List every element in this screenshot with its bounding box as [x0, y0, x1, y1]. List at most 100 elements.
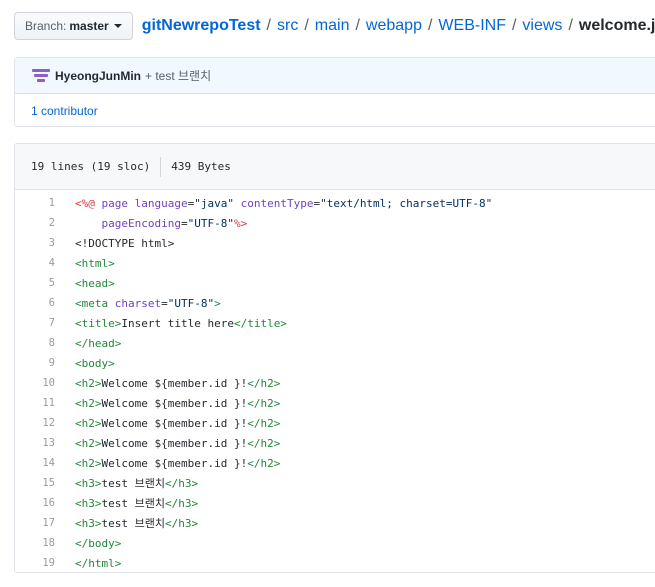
code-token: test 브랜치: [101, 477, 165, 490]
line-number[interactable]: 17: [15, 517, 55, 529]
line-number[interactable]: 19: [15, 557, 55, 569]
branch-name: master: [69, 19, 109, 33]
line-number[interactable]: 15: [15, 477, 55, 489]
line-number[interactable]: 6: [15, 297, 55, 309]
line-number[interactable]: 7: [15, 317, 55, 329]
code-token: =: [161, 296, 168, 310]
line-code: <h2>Welcome ${member.id }!</h2>: [55, 397, 280, 410]
line-code: <meta charset="UTF-8">: [55, 297, 221, 310]
code-line: 5 <head>: [15, 273, 655, 293]
code-token: "text/html; charset=UTF-8": [320, 196, 493, 210]
branch-select-button[interactable]: Branch: master: [14, 12, 133, 40]
header-divider: [160, 156, 162, 177]
code-token: </h2>: [247, 396, 281, 410]
code-token: Welcome ${member.id }!: [101, 456, 248, 470]
breadcrumb-link-webapp[interactable]: webapp: [366, 17, 422, 35]
line-number[interactable]: 1: [15, 197, 55, 209]
code-token: test 브랜치: [101, 497, 165, 510]
line-code: <h3>test 브랜치</h3>: [55, 495, 198, 511]
line-code: </head>: [55, 337, 121, 350]
code-line: 12 <h2>Welcome ${member.id }!</h2>: [15, 413, 655, 433]
breadcrumb-separator: /: [427, 17, 433, 34]
code-token: charset: [114, 296, 162, 310]
code-line: 11 <h2>Welcome ${member.id }!</h2>: [15, 393, 655, 413]
code-token: Welcome ${member.id }!: [101, 436, 248, 450]
line-number[interactable]: 13: [15, 437, 55, 449]
line-number[interactable]: 3: [15, 237, 55, 249]
line-number[interactable]: 12: [15, 417, 55, 429]
code-token: </title>: [233, 316, 287, 330]
code-token: language: [134, 196, 188, 210]
line-code: <body>: [55, 357, 115, 370]
line-number[interactable]: 4: [15, 257, 55, 269]
code-token: <!DOCTYPE html>: [75, 236, 175, 250]
avatar[interactable]: [31, 68, 51, 84]
code-token: pageEncoding: [101, 216, 181, 230]
line-code: <h2>Welcome ${member.id }!</h2>: [55, 457, 280, 470]
line-code: </body>: [55, 537, 121, 550]
file-header: 19 lines (19 sloc) 439 Bytes: [15, 144, 655, 190]
code-token: <h3>: [75, 497, 102, 510]
code-token: <h3>: [75, 477, 102, 490]
code-line: 6 <meta charset="UTF-8">: [15, 293, 655, 313]
line-number[interactable]: 16: [15, 497, 55, 509]
line-code: <h2>Welcome ${member.id }!</h2>: [55, 377, 280, 390]
code-token: <h3>: [75, 517, 102, 530]
code-token: page: [101, 196, 135, 210]
breadcrumb-link-web-inf[interactable]: WEB-INF: [438, 17, 506, 35]
code-token: <title>: [75, 316, 122, 330]
line-number[interactable]: 9: [15, 357, 55, 369]
latest-commit-box: HyeongJunMin + test 브랜치 1 contributor: [14, 57, 655, 127]
code-line: 16 <h3>test 브랜치</h3>: [15, 493, 655, 513]
commit-footer: 1 contributor: [15, 94, 655, 128]
code-token: </html>: [75, 556, 122, 570]
line-number[interactable]: 18: [15, 537, 55, 549]
file-lines-info: 19 lines (19 sloc): [31, 160, 151, 173]
code-token: test 브랜치: [101, 517, 165, 530]
breadcrumb-separator: /: [304, 17, 309, 34]
line-code: <title>Insert title here</title>: [55, 317, 287, 330]
line-number[interactable]: 2: [15, 217, 55, 229]
code-line: 14 <h2>Welcome ${member.id }!</h2>: [15, 453, 655, 473]
line-number[interactable]: 10: [15, 377, 55, 389]
code-token: <body>: [75, 356, 115, 370]
code-token: </h2>: [247, 416, 281, 430]
code-token: <html>: [75, 256, 115, 270]
code-line: 10 <h2>Welcome ${member.id }!</h2>: [15, 373, 655, 393]
code-line: 15 <h3>test 브랜치</h3>: [15, 473, 655, 493]
line-code: <h2>Welcome ${member.id }!</h2>: [55, 437, 280, 450]
breadcrumb-repo-link[interactable]: gitNewrepoTest: [142, 17, 261, 35]
code-line: 1 <%@ page language="java" contentType="t…: [15, 193, 655, 213]
line-code: <html>: [55, 257, 115, 270]
line-number[interactable]: 5: [15, 277, 55, 289]
code-token: </h2>: [247, 436, 281, 450]
breadcrumb-bar: Branch: master gitNewrepoTest / src / ma…: [14, 12, 655, 40]
commit-author-link[interactable]: HyeongJunMin: [55, 69, 141, 83]
breadcrumb-link-src[interactable]: src: [277, 17, 298, 35]
code-token: <head>: [75, 276, 115, 290]
breadcrumb: gitNewrepoTest / src / main / webapp / W…: [142, 17, 655, 35]
line-code: </html>: [55, 557, 121, 570]
breadcrumb-file-name: welcome.jsp: [578, 17, 655, 34]
commit-message-link[interactable]: + test 브랜치: [145, 67, 211, 84]
breadcrumb-separator: /: [511, 17, 517, 34]
line-code: <head>: [55, 277, 115, 290]
breadcrumb-link-main[interactable]: main: [315, 17, 350, 35]
code-token: </head>: [75, 336, 122, 350]
code-token: <h2>: [75, 396, 102, 410]
breadcrumb-separator: /: [355, 17, 360, 34]
breadcrumb-link-views[interactable]: views: [522, 17, 562, 35]
line-number[interactable]: 8: [15, 337, 55, 349]
code-token: Welcome ${member.id }!: [101, 376, 248, 390]
file-viewer: 19 lines (19 sloc) 439 Bytes 1 <%@ page l…: [14, 143, 655, 573]
line-code: <h2>Welcome ${member.id }!</h2>: [55, 417, 280, 430]
code-token: contentType: [240, 196, 314, 210]
code-line: 9 <body>: [15, 353, 655, 373]
code-token: </body>: [75, 536, 122, 550]
line-number[interactable]: 14: [15, 457, 55, 469]
contributors-link[interactable]: 1 contributor: [31, 104, 98, 118]
code-token: Welcome ${member.id }!: [101, 396, 248, 410]
line-number[interactable]: 11: [15, 397, 55, 409]
code-line: 8 </head>: [15, 333, 655, 353]
